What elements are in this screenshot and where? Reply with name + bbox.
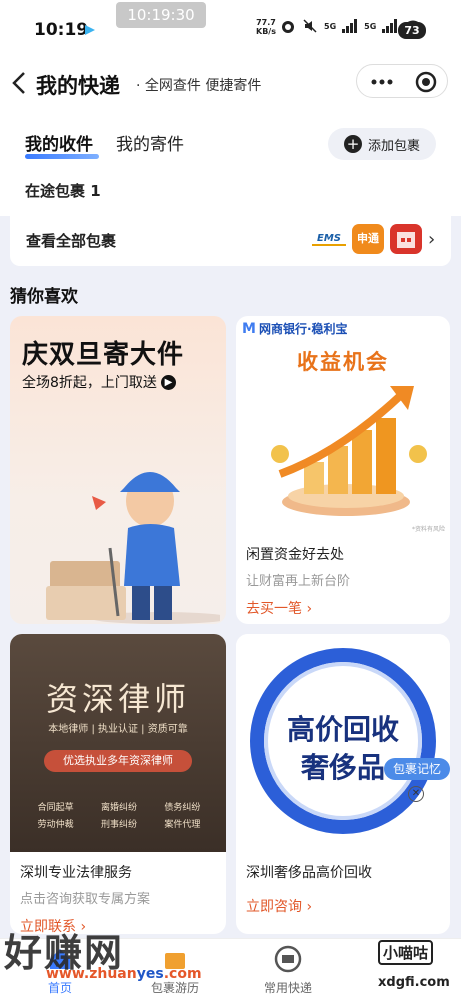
- watermark-url: www.zhuanyes.com: [46, 966, 202, 982]
- back-arrow-icon[interactable]: [10, 70, 30, 96]
- alarm-icon: [282, 21, 294, 33]
- chevron-right-icon: ›: [428, 229, 436, 250]
- signal2-label: 5G: [364, 21, 377, 31]
- clock-overlay: 10:19:30: [116, 2, 206, 28]
- status-bar: 10:19 10:19:30 77.7 KB/s 5G 5G 73: [0, 0, 461, 58]
- tab-active-indicator: [25, 154, 99, 159]
- signal2-icon: [382, 19, 398, 33]
- courier-illustration-icon: [46, 472, 220, 624]
- building-icon: [397, 232, 415, 248]
- add-package-label: 添加包裹: [367, 138, 420, 154]
- truck-icon: [274, 945, 302, 973]
- card-banner: 资深律师 本地律师 | 执业认证 | 资质可靠 优选执业多年资深律师 合同起草离…: [10, 634, 226, 852]
- ems-logo: EMS: [312, 233, 346, 246]
- page-subtitle: · 全网查件 便捷寄件: [136, 78, 262, 94]
- courier-logos: EMS 申通: [312, 224, 422, 254]
- plus-icon: +: [343, 135, 362, 153]
- promo-card-big-parcel[interactable]: 庆双旦寄大件 全场8折起，上门取送 ▶: [10, 316, 226, 624]
- page-title: 我的快递: [36, 74, 120, 98]
- card-tags: 本地律师 | 执业认证 | 资质可靠: [48, 724, 188, 735]
- status-time: 10:19: [34, 20, 89, 40]
- close-icon[interactable]: ✕: [408, 786, 424, 802]
- more-icon[interactable]: [371, 79, 393, 85]
- card-subtitle: 全场8折起，上门取送 ▶: [22, 372, 176, 392]
- card-hero-text: 收益机会: [297, 350, 389, 374]
- watermark-right: 小喵咕: [378, 940, 434, 965]
- play-icon: [85, 25, 95, 35]
- miniapp-capsule: [356, 64, 448, 98]
- close-miniapp-icon[interactable]: [415, 71, 437, 93]
- mute-icon: [303, 19, 317, 33]
- promo-card-luxury[interactable]: 高价回收 奢侈品 包裹记忆 ✕ 深圳奢侈品高价回收 立即咨询 ›: [236, 634, 450, 934]
- signal1-label: 5G: [324, 21, 337, 31]
- growth-chart-icon: [271, 386, 427, 516]
- battery-indicator: 73: [398, 22, 426, 39]
- card-banner: 高价回收 奢侈品 包裹记忆 ✕: [236, 634, 450, 852]
- view-all-packages[interactable]: 查看全部包裹 EMS 申通 ›: [10, 216, 451, 266]
- tab-received[interactable]: 我的收件: [25, 130, 93, 155]
- watermark-right-url: xdgfi.com: [378, 975, 450, 990]
- arrow-right-icon: ▶: [160, 374, 176, 390]
- tab-sent[interactable]: 我的寄件: [116, 130, 184, 155]
- service-grid: 合同起草 离婚纠纷 债务纠纷 劳动仲裁 刑事纠纷 案件代理: [37, 803, 201, 830]
- risk-note: *资料有风险: [412, 526, 446, 533]
- signal-icon: [342, 19, 358, 33]
- card-title: 深圳奢侈品高价回收: [246, 865, 372, 881]
- nav-express-label: 常用快递: [263, 981, 312, 995]
- card-title: 闲置资金好去处: [246, 547, 344, 563]
- in-transit-count[interactable]: 在途包裹 1: [25, 180, 101, 201]
- sto-logo: 申通: [352, 224, 384, 254]
- page-header: 我的快递 · 全网查件 便捷寄件: [0, 58, 461, 110]
- promo-card-lawyer[interactable]: 资深律师 本地律师 | 执业认证 | 资质可靠 优选执业多年资深律师 合同起草离…: [10, 634, 226, 934]
- card-title: 深圳专业法律服务: [20, 865, 132, 881]
- add-package-button[interactable]: + 添加包裹: [328, 128, 436, 160]
- section-title: 猜你喜欢: [10, 287, 78, 307]
- nav-express[interactable]: 常用快递: [258, 945, 318, 996]
- promo-card-bank[interactable]: M 网商银行·稳利宝 收益机会 *资料有风险 闲置资金好去处 让财富再上新台阶 去…: [236, 316, 450, 624]
- card-subtitle: 让财富再上新台阶: [246, 574, 351, 589]
- tabs-section: 我的收件 我的寄件 + 添加包裹 在途包裹 1: [0, 110, 461, 216]
- net-speed: 77.7 KB/s: [256, 18, 276, 36]
- card-link[interactable]: 立即咨询 ›: [246, 896, 312, 916]
- courier-logo-red: [390, 224, 422, 254]
- card-subtitle: 点击咨询获取专属方案: [20, 892, 151, 907]
- card-link[interactable]: 去买一笔 ›: [246, 598, 312, 618]
- view-all-label: 查看全部包裹: [26, 232, 117, 250]
- card-hero-text: 资深律师: [45, 680, 190, 718]
- lawyer-cta-button[interactable]: 优选执业多年资深律师: [44, 750, 192, 772]
- package-memory-badge[interactable]: 包裹记忆: [384, 758, 450, 780]
- bank-logo-icon: M: [242, 320, 256, 337]
- card-title: 庆双旦寄大件: [22, 340, 185, 370]
- card-hero-line1: 高价回收: [286, 713, 399, 746]
- bank-brand: M 网商银行·稳利宝: [242, 320, 348, 337]
